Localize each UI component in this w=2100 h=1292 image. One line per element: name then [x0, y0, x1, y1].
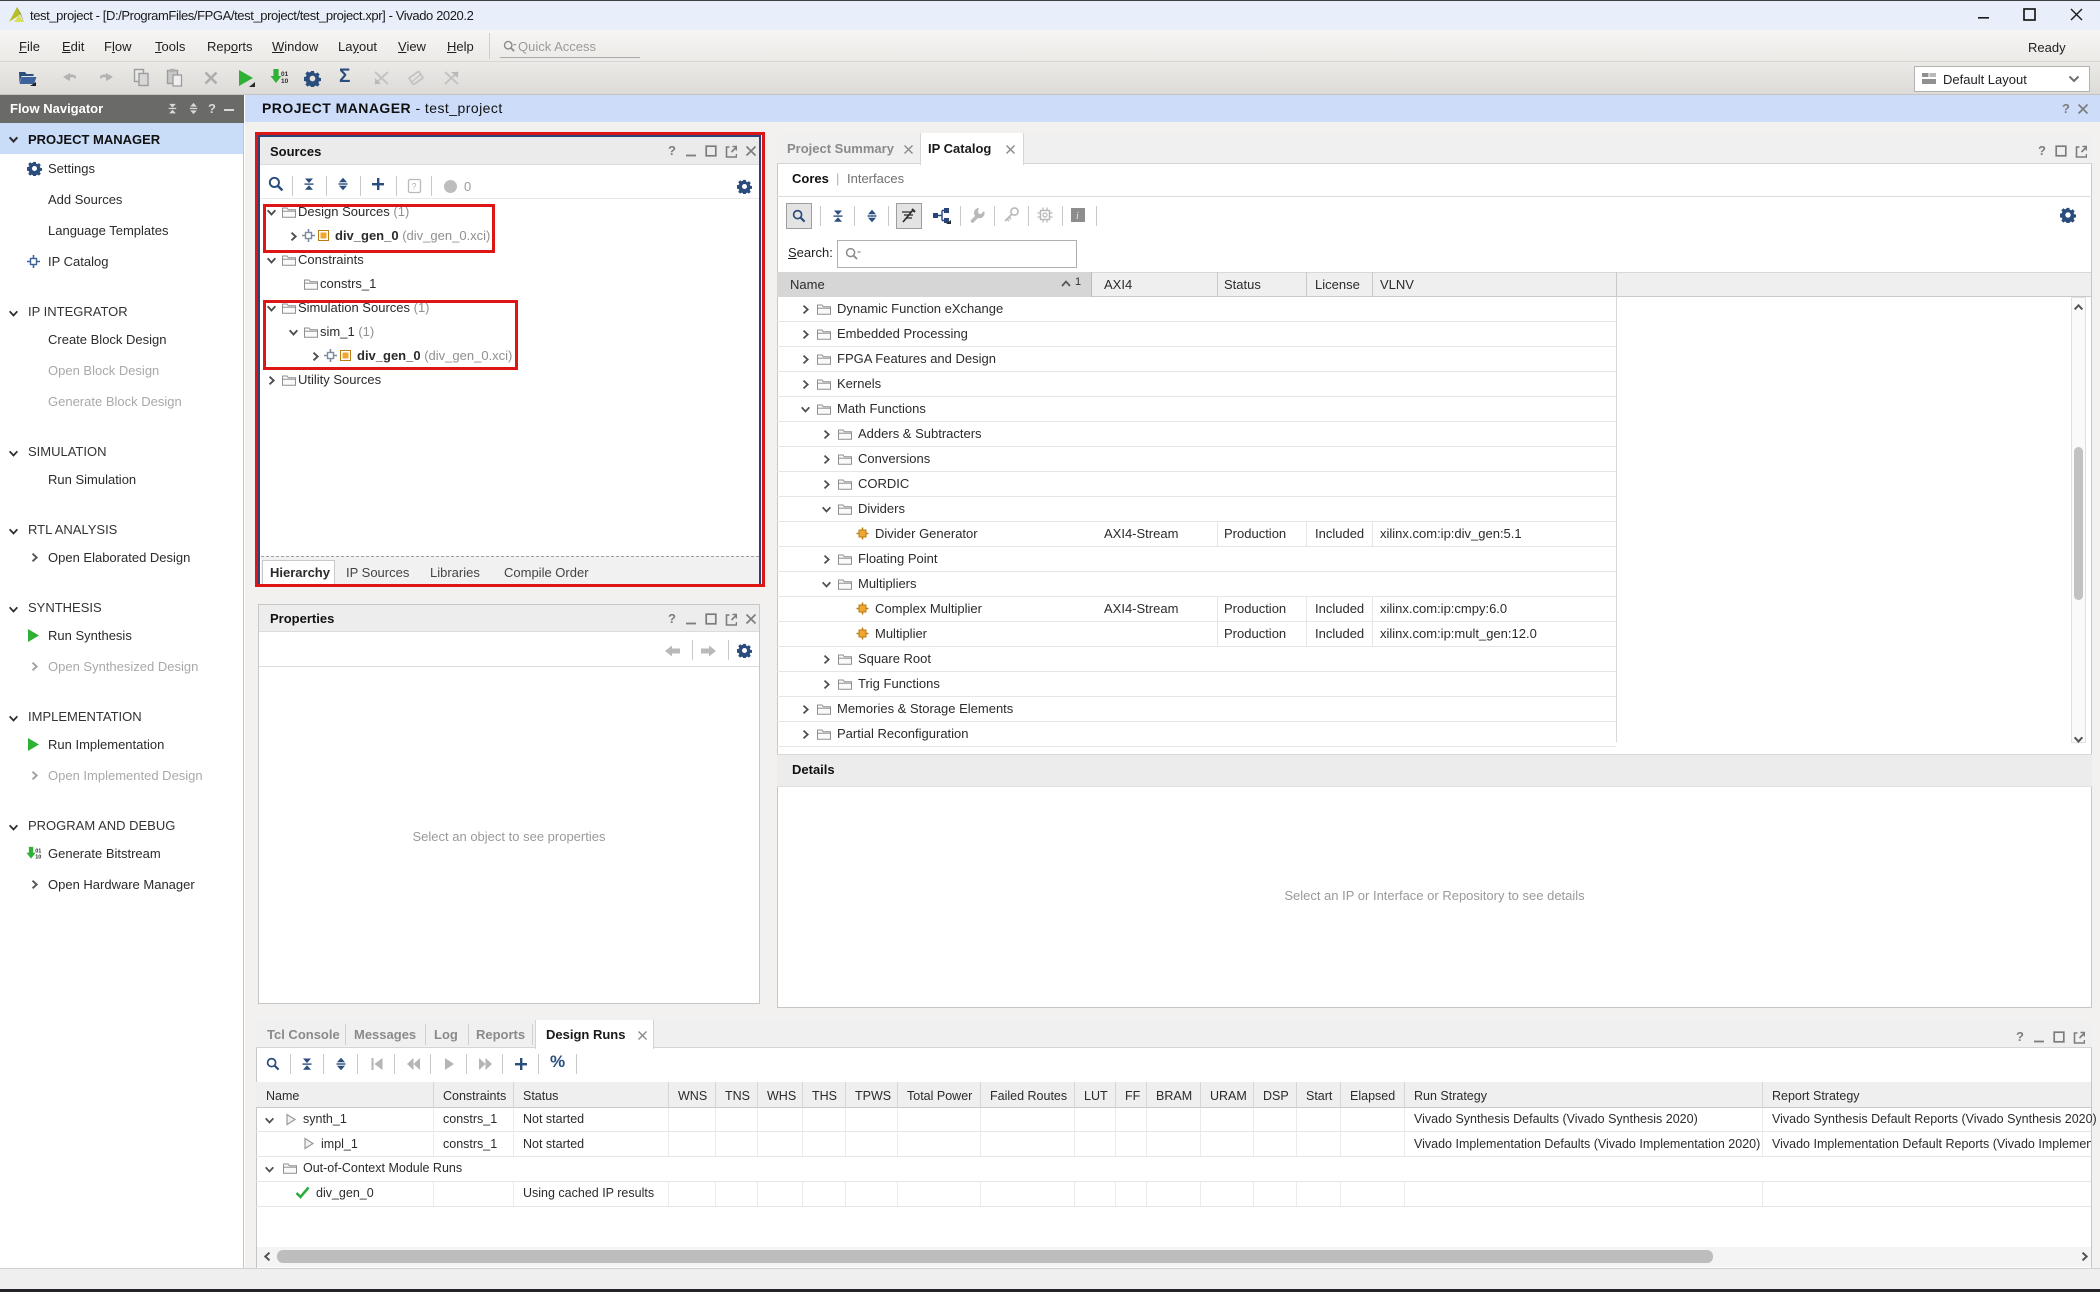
- svg-text:01: 01: [281, 71, 289, 78]
- svg-text:i: i: [1076, 211, 1079, 222]
- svg-text:10: 10: [35, 855, 41, 861]
- svg-text:10: 10: [281, 78, 289, 85]
